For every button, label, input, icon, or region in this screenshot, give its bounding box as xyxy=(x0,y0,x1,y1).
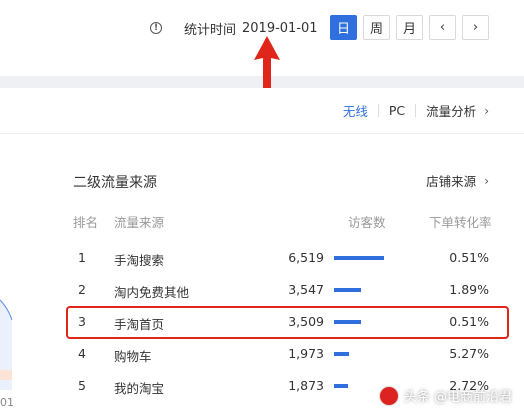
stat-time-label: 统计时间 xyxy=(184,22,237,38)
column-header-source: 流量来源 xyxy=(114,215,165,230)
watermark: 头条 @电商前沿君 xyxy=(379,386,512,405)
period-week-button[interactable]: 周 xyxy=(363,15,390,40)
period-switcher: 日 周 月 ‹ › xyxy=(330,15,489,40)
row-visitors: 1,973 xyxy=(288,346,324,361)
traffic-analysis-link[interactable]: 流量分析 xyxy=(426,101,476,120)
row-conversion-rate: 0.51% xyxy=(449,250,489,265)
row-conversion-rate: 5.27% xyxy=(449,346,489,361)
period-month-button[interactable]: 月 xyxy=(396,15,423,40)
shop-source-link[interactable]: 店铺来源 › xyxy=(426,171,489,190)
next-date-button[interactable]: › xyxy=(462,15,489,40)
shop-source-label: 店铺来源 xyxy=(426,174,477,189)
column-header-rank: 排名 xyxy=(73,215,99,230)
row-source: 手淘搜索 xyxy=(114,253,165,268)
highlight-annotation-box xyxy=(66,306,509,339)
row-source: 购物车 xyxy=(114,349,152,364)
tab-wireless[interactable]: 无线 xyxy=(343,101,368,120)
tab-divider xyxy=(415,104,417,117)
device-tabs: 无线 PC 流量分析 › xyxy=(343,101,489,120)
row-visitors: 3,547 xyxy=(288,282,324,297)
chevron-right-icon: › xyxy=(484,173,489,188)
period-day-button[interactable]: 日 xyxy=(330,15,357,40)
chart-axis-label: 01 xyxy=(0,396,14,409)
row-source: 淘内免费其他 xyxy=(114,285,190,300)
panel-divider xyxy=(0,133,524,134)
info-icon[interactable]: ! xyxy=(150,22,162,34)
table-row[interactable]: 4 购物车 1,973 5.27% xyxy=(0,339,524,371)
row-visitor-bar xyxy=(334,288,361,292)
column-header-visitors: 访客数 xyxy=(348,215,386,230)
row-source: 我的淘宝 xyxy=(114,381,165,396)
row-visitors: 1,873 xyxy=(288,378,324,393)
chevron-right-icon: › xyxy=(484,103,489,118)
row-rank: 5 xyxy=(78,378,86,393)
row-rank: 1 xyxy=(78,250,86,265)
section-title: 二级流量来源 xyxy=(73,175,157,191)
chart-remnant xyxy=(0,299,13,390)
row-conversion-rate: 1.89% xyxy=(449,282,489,297)
table-row[interactable]: 2 淘内免费其他 3,547 1.89% xyxy=(0,275,524,307)
stat-time: ! 统计时间 2019-01-01 xyxy=(150,18,318,38)
row-visitor-bar xyxy=(334,384,348,388)
watermark-logo-icon xyxy=(379,386,398,405)
table-row[interactable]: 1 手淘搜索 6,519 0.51% xyxy=(0,243,524,275)
tab-divider xyxy=(377,104,379,117)
column-header-conversion: 下单转化率 xyxy=(429,215,492,230)
prev-date-button[interactable]: ‹ xyxy=(429,15,456,40)
row-visitor-bar xyxy=(334,352,349,356)
watermark-text: 头条 @电商前沿君 xyxy=(403,390,512,405)
row-rank: 2 xyxy=(78,282,86,297)
stat-date-value: 2019-01-01 xyxy=(242,20,318,36)
row-visitor-bar xyxy=(334,256,384,260)
row-visitors: 6,519 xyxy=(288,250,324,265)
tab-pc[interactable]: PC xyxy=(389,103,405,118)
row-rank: 4 xyxy=(78,346,86,361)
